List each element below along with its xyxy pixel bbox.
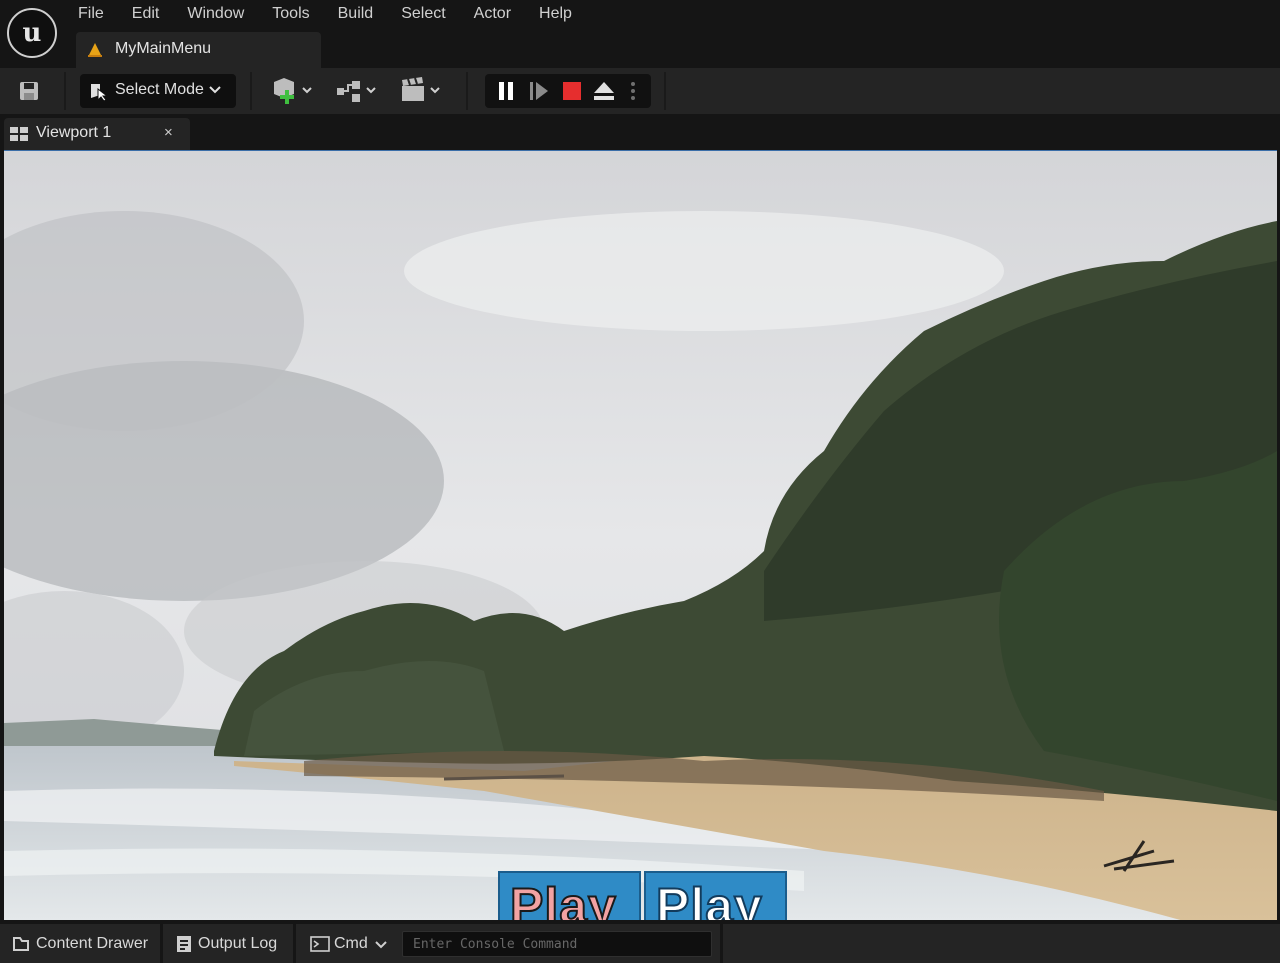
main-toolbar: Select Mode (0, 68, 1280, 114)
eject-icon[interactable] (592, 79, 616, 103)
menu-help[interactable]: Help (525, 3, 586, 25)
menu-build[interactable]: Build (324, 3, 388, 25)
play-controls (485, 74, 651, 108)
menu-tools[interactable]: Tools (258, 3, 323, 25)
cmd-label: Cmd (334, 935, 368, 952)
content-drawer-button[interactable]: Content Drawer (0, 924, 160, 963)
toolbar-divider (64, 72, 66, 110)
console-command-input[interactable] (402, 931, 712, 957)
play-button-right[interactable]: Play (644, 871, 787, 920)
output-log-label: Output Log (198, 935, 278, 952)
close-icon[interactable]: × (164, 124, 173, 141)
chevron-down-icon (209, 86, 221, 94)
viewport-tab-label: Viewport 1 (36, 124, 112, 141)
unreal-logo-icon[interactable]: u (7, 8, 57, 58)
pause-icon[interactable] (494, 79, 518, 103)
menu-bar: File Edit Window Tools Build Select Acto… (64, 3, 586, 25)
select-mode-dropdown[interactable]: Select Mode (80, 74, 236, 108)
bottom-divider (720, 924, 723, 963)
terminal-icon (310, 936, 330, 952)
frame-skip-icon[interactable] (527, 79, 551, 103)
blueprint-icon[interactable] (336, 76, 380, 106)
viewport-tab-row: Viewport 1 × (0, 114, 1280, 150)
toolbar-divider (664, 72, 666, 110)
play-button-left-label: Play (509, 877, 617, 920)
select-mode-label: Select Mode (115, 81, 204, 98)
tab-viewport-1[interactable]: Viewport 1 × (4, 118, 190, 150)
select-mode-icon (91, 84, 108, 101)
level-name: MyMainMenu (115, 40, 212, 57)
play-button-right-label: Play (655, 877, 763, 920)
cmd-dropdown[interactable]: Cmd (296, 924, 396, 963)
play-button-left[interactable]: Play (498, 871, 641, 920)
toolbar-divider (250, 72, 252, 110)
stop-icon[interactable] (560, 79, 584, 103)
menu-window[interactable]: Window (173, 3, 258, 25)
cinematics-icon[interactable] (400, 76, 444, 106)
toolbar-divider (466, 72, 468, 110)
title-bar: u File Edit Window Tools Build Select Ac… (0, 0, 1280, 68)
chevron-down-icon (375, 941, 387, 949)
content-drawer-icon (13, 937, 29, 951)
menu-file[interactable]: File (64, 3, 118, 25)
output-log-button[interactable]: Output Log (163, 924, 293, 963)
more-options-icon[interactable] (625, 79, 641, 103)
level-tab[interactable]: MyMainMenu (76, 32, 321, 68)
level-viewport[interactable]: Play Play (4, 150, 1277, 920)
menu-actor[interactable]: Actor (460, 3, 525, 25)
bottom-bar: Content Drawer Output Log Cmd (0, 924, 1280, 963)
beach-scene-image (4, 151, 1277, 920)
menu-edit[interactable]: Edit (118, 3, 174, 25)
content-drawer-label: Content Drawer (36, 935, 149, 952)
level-icon (88, 43, 102, 57)
viewport-layout-icon (10, 127, 28, 141)
save-icon[interactable] (17, 79, 41, 103)
add-actor-icon[interactable] (272, 76, 316, 106)
menu-select[interactable]: Select (387, 3, 459, 25)
output-log-icon (177, 936, 191, 952)
